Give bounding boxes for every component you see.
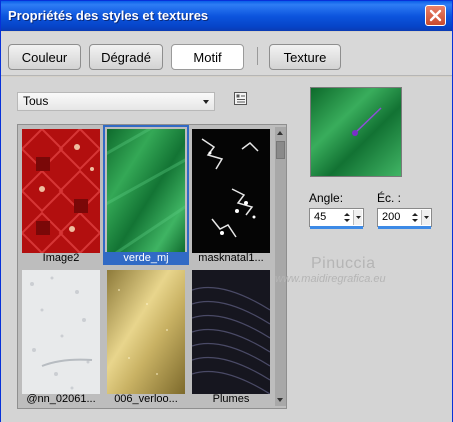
pattern-thumbnail <box>192 270 270 394</box>
angle-handle-icon[interactable] <box>352 130 358 136</box>
pattern-item-verde-mj[interactable]: verde_mj <box>103 125 189 265</box>
pattern-thumbnail <box>107 270 185 394</box>
scale-slider-bar[interactable] <box>378 226 431 229</box>
scale-spinbox[interactable]: 200 <box>377 208 432 229</box>
pattern-label: verde_mj <box>104 252 188 265</box>
pattern-thumbnail <box>107 129 185 253</box>
pattern-thumbnail <box>192 129 270 253</box>
scroll-down-icon[interactable] <box>277 398 283 402</box>
dialog-window: Propriétés des styles et textures Couleu… <box>0 0 453 422</box>
chevron-down-icon <box>356 216 361 219</box>
pattern-label: masknatal1... <box>198 252 264 264</box>
pattern-grid: Image2 verde_mj masknatal1... @nn_02061.… <box>17 124 287 409</box>
pattern-label: @nn_02061... <box>26 393 96 405</box>
pattern-item-image2[interactable]: Image2 <box>19 126 103 264</box>
chevron-down-icon <box>424 216 429 219</box>
tab-separator <box>257 47 258 65</box>
scale-value: 200 <box>382 211 401 223</box>
close-icon <box>429 9 442 22</box>
watermark: Pinuccia www.maidiregrafica.eu <box>275 255 445 285</box>
pattern-label: 006_verloo... <box>114 393 178 405</box>
pattern-item-nn[interactable]: @nn_02061... <box>19 267 103 405</box>
watermark-url: www.maidiregrafica.eu <box>275 273 386 285</box>
scale-dropdown-button[interactable] <box>421 210 430 225</box>
category-dropdown[interactable]: Tous <box>17 92 215 111</box>
tab-texture[interactable]: Texture <box>269 44 341 70</box>
pattern-thumbnail <box>22 129 100 253</box>
pattern-item-verloo[interactable]: 006_verloo... <box>104 267 188 405</box>
angle-label: Angle: <box>309 191 344 205</box>
angle-dropdown-button[interactable] <box>353 210 362 225</box>
scroll-thumb[interactable] <box>276 141 285 159</box>
scroll-up-icon[interactable] <box>277 131 283 135</box>
title-bar[interactable]: Propriétés des styles et textures <box>1 1 452 31</box>
chevron-down-icon <box>203 100 209 104</box>
scale-label: Éc. : <box>377 191 402 205</box>
pattern-label: Plumes <box>212 393 250 405</box>
pattern-item-masknatal[interactable]: masknatal1... <box>189 126 273 264</box>
window-title: Propriétés des styles et textures <box>8 8 209 23</box>
tab-couleur[interactable]: Couleur <box>8 44 81 70</box>
watermark-name: Pinuccia <box>311 255 376 272</box>
angle-slider-bar[interactable] <box>310 226 363 229</box>
pattern-label: Image2 <box>42 252 80 264</box>
angle-spinbox[interactable]: 45 <box>309 208 364 229</box>
pattern-item-plumes[interactable]: Plumes <box>189 267 273 405</box>
angle-value: 45 <box>314 211 327 223</box>
pattern-thumbnail <box>22 270 100 394</box>
tab-degrade[interactable]: Dégradé <box>89 44 163 70</box>
pattern-panel: Tous Image2 verde_mj masknatal1... @nn_0… <box>1 77 452 422</box>
spin-arrows-icon[interactable] <box>410 210 420 225</box>
spin-arrows-icon[interactable] <box>342 210 352 225</box>
tab-motif[interactable]: Motif <box>171 44 244 70</box>
category-dropdown-value: Tous <box>23 94 49 108</box>
tab-bar: Couleur Dégradé Motif Texture <box>1 32 452 76</box>
pattern-preview[interactable] <box>310 87 402 177</box>
view-options-icon[interactable] <box>234 92 248 106</box>
close-button[interactable] <box>425 5 446 26</box>
